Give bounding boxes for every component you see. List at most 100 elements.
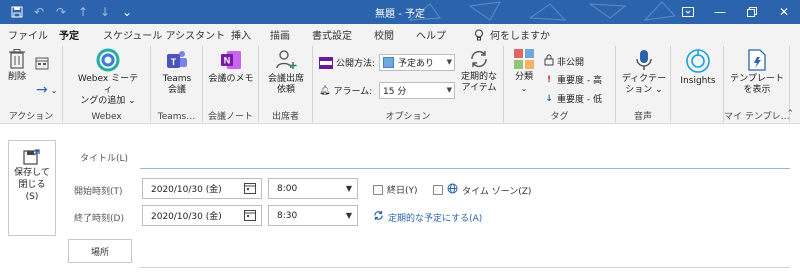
teams-icon: T [167, 51, 187, 68]
dictate-button[interactable]: ディクテー ション ⌄ [620, 48, 668, 96]
recurrence-label-2: アイテム [461, 83, 497, 93]
add-webex-meeting-button[interactable]: Webex ミーティ ングの追加 ⌄ [75, 48, 141, 107]
forward-chevron-icon: ⌄ [50, 85, 58, 95]
recurrence-label-1: 定期的な [460, 72, 497, 82]
ribbon-display-icon[interactable] [672, 0, 704, 24]
end-time-dropdown[interactable]: 8:30 ▼ [268, 205, 358, 226]
all-day-label: 終日(Y) [387, 186, 418, 196]
collapse-ribbon-icon[interactable]: ⌃ [786, 109, 794, 119]
delete-button[interactable]: 削除 [4, 48, 30, 83]
location-input[interactable] [140, 267, 790, 268]
ribbon: 削除 → ⌄ アクション Webex ミーティ ングの追加 ⌄ Webex T … [0, 44, 800, 124]
undo-icon[interactable]: ↶ [28, 3, 50, 21]
trash-icon [9, 49, 25, 69]
tab-draw[interactable]: 描画 [270, 27, 290, 42]
teams-meeting-button[interactable]: T Teams 会議 [159, 48, 195, 96]
title-input[interactable] [140, 168, 790, 169]
window-controls: — ✕ [672, 0, 800, 24]
group-label-attendees: 出席者 [271, 112, 299, 122]
meeting-notes-label: 会議のメモ [208, 74, 254, 84]
group-label-voice: 音声 [633, 112, 652, 122]
chevron-down-icon: ▼ [446, 58, 452, 66]
all-day-box[interactable] [373, 184, 383, 195]
dictate-label-2: ション ⌄ [625, 85, 663, 95]
forward-button[interactable]: → ⌄ [36, 82, 57, 98]
group-label-teams: Teams… [157, 112, 196, 122]
time-zone-box[interactable] [433, 185, 443, 195]
tab-review[interactable]: 校閲 [374, 27, 394, 42]
categorize-chevron-icon: ⌄ [520, 84, 528, 93]
group-label-meeting-notes: 会議ノート [207, 112, 253, 122]
meeting-notes-button[interactable]: N 会議のメモ [207, 48, 255, 85]
insights-icon [686, 49, 710, 73]
tab-help[interactable]: ヘルプ [416, 27, 446, 42]
down-arrow-icon[interactable]: ↓ [94, 3, 116, 21]
lock-icon [544, 54, 554, 69]
show-as-icon [319, 56, 333, 69]
recurrence-icon [471, 50, 487, 68]
restore-icon[interactable] [736, 0, 768, 24]
all-day-checkbox[interactable]: 終日(Y) [373, 183, 418, 196]
save-icon[interactable] [6, 3, 28, 21]
webex-label-2: ングの追加 ⌄ [80, 96, 136, 106]
tell-me-text: 何をしますか [490, 31, 550, 42]
calendar-icon[interactable] [244, 182, 256, 197]
globe-icon [447, 183, 458, 197]
reminder-value: 15 分 [383, 87, 407, 97]
insights-button[interactable]: Insights [674, 48, 722, 87]
calendar-view-icon[interactable] [35, 56, 49, 73]
dictate-label-1: ディクテー [621, 74, 667, 84]
time-zone-label: タイム ゾーン(Z) [462, 186, 532, 197]
exclamation-icon: ! [546, 74, 552, 85]
close-icon[interactable]: ✕ [768, 0, 800, 24]
location-button[interactable]: 場所 [68, 239, 132, 263]
tab-scheduling-assistant[interactable]: スケジュール アシスタント [103, 27, 225, 42]
start-time-dropdown[interactable]: 8:00 ▼ [268, 178, 358, 199]
ribbon-tabs: ファイル 予定 スケジュール アシスタント 挿入 描画 書式設定 校閲 ヘルプ … [0, 24, 800, 46]
reminder-dropdown[interactable]: 15 分 ▼ [379, 82, 455, 99]
down-arrow-icon: ↓ [545, 93, 553, 104]
up-arrow-icon[interactable]: ↑ [72, 3, 94, 21]
view-templates-button[interactable]: テンプレート を表示 [728, 48, 786, 96]
group-insights: Insights [671, 46, 724, 122]
save-close-label-2: 閉じる [18, 180, 46, 190]
save-and-close-button[interactable]: 保存して 閉じる (S) [8, 140, 56, 236]
show-as-value: 予定あり [398, 59, 435, 69]
tell-me-box[interactable]: 何をしますか [474, 27, 550, 42]
customize-icon[interactable]: ⌄ [116, 3, 138, 21]
categorize-button[interactable]: 分類 ⌄ [510, 48, 538, 94]
svg-text:T: T [171, 57, 177, 67]
tab-format[interactable]: 書式設定 [312, 27, 352, 42]
recurrence-button[interactable]: 定期的な アイテム [458, 48, 500, 94]
end-date-field[interactable]: 2020/10/30 (金) [142, 205, 262, 226]
window-title: 無題 - 予定 [375, 9, 425, 20]
private-button[interactable]: 非公開 [544, 54, 584, 69]
save-close-icon [23, 149, 40, 165]
templates-label-1: テンプレート [730, 74, 784, 84]
end-time-value: 8:30 [277, 210, 298, 221]
redo-icon[interactable]: ↷ [50, 3, 72, 21]
make-recurring-link[interactable]: 定期的な予定にする(A) [373, 210, 482, 224]
group-label-webex: Webex [91, 112, 122, 122]
busy-swatch [383, 57, 394, 68]
start-date-field[interactable]: 2020/10/30 (金) [142, 178, 262, 199]
low-importance-button[interactable]: ↓ 重要度 - 低 [544, 92, 602, 106]
tab-appointment[interactable]: 予定 [57, 27, 81, 46]
tab-file[interactable]: ファイル [8, 27, 48, 42]
group-webex: Webex ミーティ ングの追加 ⌄ Webex [63, 46, 151, 122]
time-zone-checkbox[interactable]: タイム ゾーン(Z) [433, 183, 531, 197]
invite-attendees-label-1: 会議出席 [267, 74, 304, 84]
webex-label-1: Webex ミーティ [77, 74, 139, 95]
minimize-icon[interactable]: — [704, 0, 736, 24]
forward-arrow-icon: → [36, 82, 48, 98]
group-action: 削除 → ⌄ アクション [0, 46, 63, 122]
high-importance-button[interactable]: ! 重要度 - 高 [544, 73, 602, 87]
save-close-label-1: 保存して [14, 168, 50, 178]
end-time-label: 終了時刻(D) [74, 214, 124, 224]
group-tags: 分類 ⌄ 非公開 ! 重要度 - 高 ↓ 重要度 - 低 タグ [504, 46, 616, 122]
calendar-icon[interactable] [244, 209, 256, 224]
show-as-dropdown[interactable]: 予定あり ▼ [379, 54, 455, 71]
invite-attendees-button[interactable]: 会議出席 依頼 [263, 48, 309, 96]
tab-insert[interactable]: 挿入 [231, 27, 251, 42]
show-as-label: 公開方法: [336, 59, 376, 69]
